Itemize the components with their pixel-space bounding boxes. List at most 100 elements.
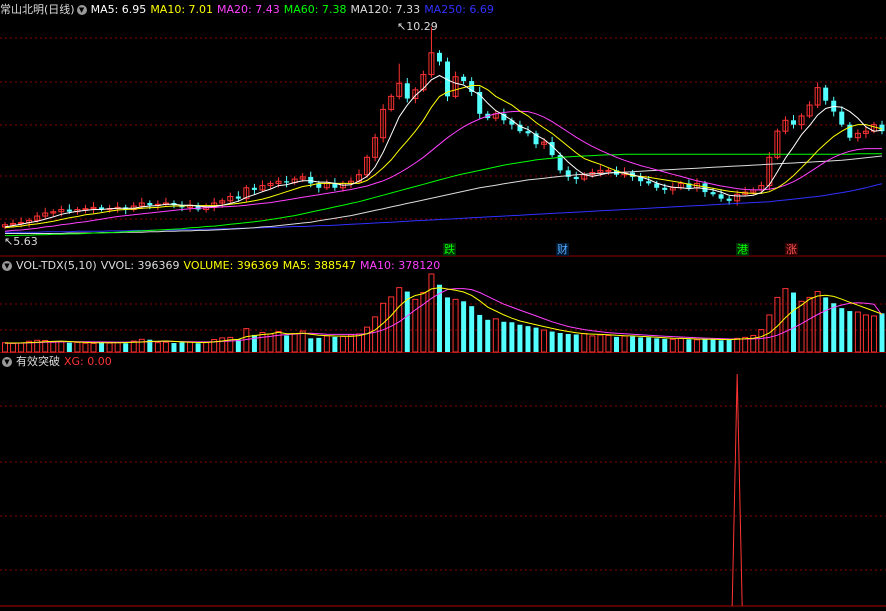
candle-body xyxy=(646,181,652,184)
volume-bar xyxy=(646,337,652,352)
volume-bar xyxy=(654,338,660,352)
volume-bar xyxy=(2,342,8,353)
volume-bar xyxy=(396,287,403,353)
volume-bar xyxy=(557,332,563,352)
candle-body xyxy=(662,187,668,190)
volume-bar xyxy=(420,292,427,353)
chart-canvas[interactable] xyxy=(0,0,886,611)
low-price-value: 5.63 xyxy=(13,235,38,248)
volume-bar xyxy=(171,343,177,352)
event-marker-cai[interactable]: 财 xyxy=(556,243,569,256)
ma5-readout: MA5: 6.95 xyxy=(90,3,147,16)
volume-bar xyxy=(686,339,692,352)
high-price-label: ↖10.29 xyxy=(397,20,438,33)
volume-bar xyxy=(541,329,548,353)
volume-bar xyxy=(814,291,821,353)
event-marker-die[interactable]: 跌 xyxy=(443,243,456,256)
volume-bar xyxy=(428,273,435,353)
volume-bar xyxy=(388,296,395,353)
event-marker-gang[interactable]: 港 xyxy=(736,243,749,256)
volume-bar xyxy=(492,318,499,353)
volume-bar xyxy=(251,334,257,352)
volume-bar xyxy=(549,331,555,352)
event-marker-cai-text: 财 xyxy=(557,243,568,256)
candle-body xyxy=(839,111,845,125)
volume-bar xyxy=(308,338,314,352)
ma10-readout: MA10: 7.01 xyxy=(150,3,214,16)
candle-body xyxy=(823,87,829,101)
volume-bar xyxy=(412,298,419,353)
volume-bar xyxy=(734,337,741,353)
volume-bar xyxy=(179,342,185,352)
volume-bar xyxy=(10,342,17,353)
volume-bar xyxy=(742,336,749,353)
candle-body xyxy=(461,76,467,82)
volume-bar xyxy=(291,332,298,353)
volume-bar xyxy=(332,336,338,352)
volume-bar xyxy=(235,339,241,352)
volume-bar xyxy=(154,342,161,353)
chevron-down-icon[interactable]: ▼ xyxy=(2,357,12,367)
candle-body xyxy=(710,192,716,195)
volume-bar xyxy=(356,333,363,353)
volume-bar xyxy=(74,341,81,353)
volume-bar xyxy=(323,335,330,353)
volume-bar xyxy=(565,333,571,352)
volume-bar xyxy=(782,288,789,353)
volume-bar xyxy=(445,297,451,352)
candle-body xyxy=(573,176,579,180)
xg-readout: XG: 0.00 xyxy=(64,355,112,368)
volume-bar xyxy=(573,334,579,352)
volume-bar xyxy=(138,338,145,353)
vol-ma10-readout: MA10: 378120 xyxy=(360,259,441,272)
stock-chart-window: { "colors":{ "up":"#ff3333","down":"#54f… xyxy=(0,0,886,611)
volume-readout: VOLUME: 396369 xyxy=(183,259,279,272)
volume-bar xyxy=(605,334,612,353)
candle-body xyxy=(82,208,89,211)
volume-bar xyxy=(791,292,796,352)
volume-bar xyxy=(870,315,877,353)
volume-bar xyxy=(854,311,861,353)
volume-bar xyxy=(702,338,708,352)
volume-bar xyxy=(284,335,290,352)
volume-bar xyxy=(187,341,194,353)
volume-bar xyxy=(525,326,531,352)
volume-bar xyxy=(299,330,306,353)
volume-bar xyxy=(162,341,169,353)
event-marker-gang-text: 港 xyxy=(737,243,748,256)
chevron-down-icon[interactable]: ▼ xyxy=(2,261,12,271)
volume-bar xyxy=(847,311,853,352)
volume-bar xyxy=(501,321,507,352)
volume-bar xyxy=(517,324,523,352)
event-marker-zhang[interactable]: 涨 xyxy=(785,243,798,256)
volume-ma5-line xyxy=(5,287,883,344)
volume-bar xyxy=(485,319,491,352)
event-marker-zhang-text: 涨 xyxy=(786,243,797,256)
volume-bar xyxy=(106,342,113,353)
candle-body xyxy=(251,187,257,190)
volume-bar xyxy=(862,314,869,353)
volume-bar xyxy=(718,340,724,352)
vol-ma5-readout: MA5: 388547 xyxy=(282,259,357,272)
volume-bar xyxy=(726,339,732,352)
price-panel-header: 常山北明(日线) ▼ MA5: 6.95 MA10: 7.01 MA20: 7.43 MA… xyxy=(0,2,498,18)
volume-bar xyxy=(638,337,644,352)
volume-bar xyxy=(18,342,25,353)
volume-bar xyxy=(597,334,604,353)
volume-bar xyxy=(99,341,105,352)
volume-bar xyxy=(477,314,483,352)
volume-bar xyxy=(621,335,628,353)
stock-title: 常山北明(日线) xyxy=(0,3,75,16)
candle-body xyxy=(718,194,724,199)
chevron-down-icon[interactable]: ▼ xyxy=(76,5,87,15)
volume-bar xyxy=(219,337,226,353)
volume-bar xyxy=(66,342,72,352)
candle-body xyxy=(308,176,314,184)
volume-bar xyxy=(347,334,354,353)
candle-body xyxy=(147,203,153,206)
low-price-label: ↖5.63 xyxy=(4,235,38,248)
candle-body xyxy=(726,198,732,201)
volume-bar xyxy=(380,302,387,353)
ma60-line xyxy=(5,153,882,237)
candle-body xyxy=(509,120,515,125)
